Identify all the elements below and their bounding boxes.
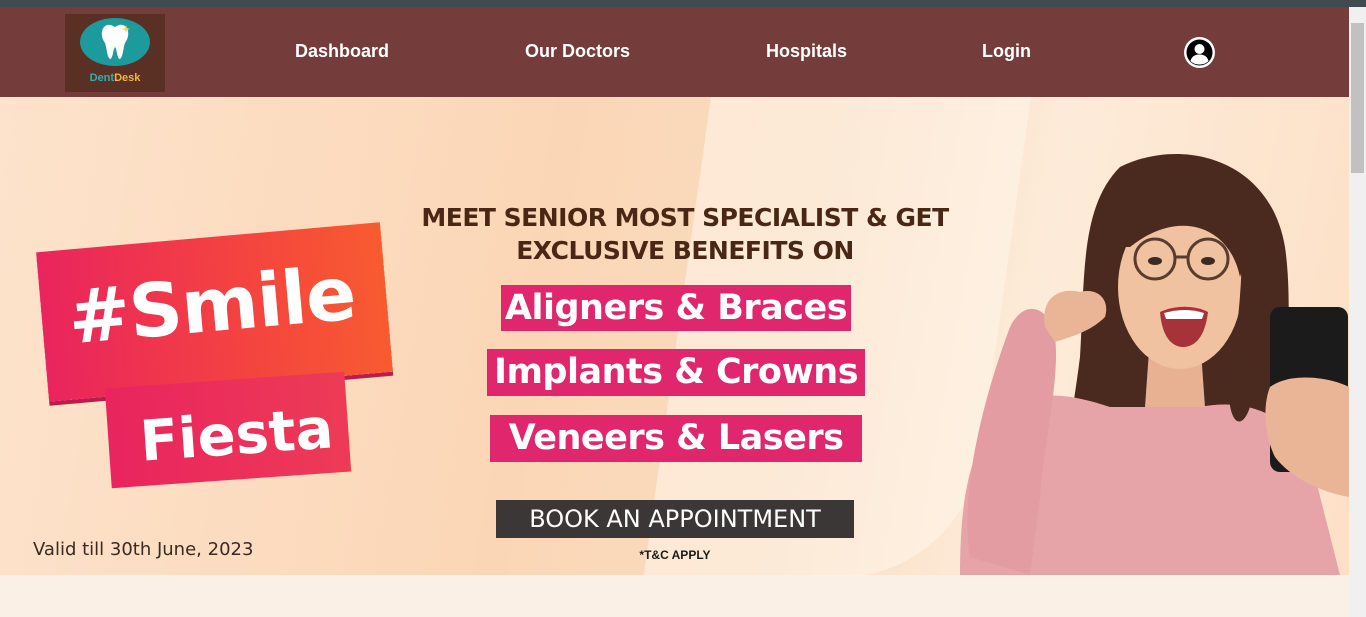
book-appointment-button[interactable]: BOOK AN APPOINTMENT <box>496 500 854 538</box>
browser-top-strip <box>0 0 1366 7</box>
page-content-area <box>0 575 1349 617</box>
user-circle-icon[interactable] <box>1184 37 1215 68</box>
nav-dashboard[interactable]: Dashboard <box>295 41 389 62</box>
service-aligners-braces: Aligners & Braces <box>501 285 851 331</box>
logo-wordmark: DentDesk <box>89 72 141 84</box>
terms-note: *T&C APPLY <box>639 548 711 562</box>
smiling-woman-illustration <box>960 153 1349 575</box>
headline-line-1: MEET SENIOR MOST SPECIALIST & GET <box>421 203 949 232</box>
headline-line-2: EXCLUSIVE BENEFITS ON <box>516 236 854 265</box>
service-veneers-lasers: Veneers & Lasers <box>490 415 862 462</box>
nav-hospitals[interactable]: Hospitals <box>766 41 847 62</box>
validity-text: Valid till 30th June, 2023 <box>33 539 254 560</box>
scrollbar-thumb[interactable] <box>1351 23 1364 173</box>
page-scrollbar[interactable] <box>1349 7 1366 617</box>
service-implants-crowns: Implants & Crowns <box>487 349 865 396</box>
tooth-icon <box>80 18 150 66</box>
fiesta-title: Fiesta <box>137 396 336 475</box>
dentdesk-logo[interactable]: DentDesk <box>65 14 165 92</box>
promo-headline: MEET SENIOR MOST SPECIALIST & GET EXCLUS… <box>380 201 990 267</box>
promo-banner: #Smile Fiesta Valid till 30th June, 2023… <box>0 97 1349 575</box>
nav-login[interactable]: Login <box>982 41 1031 62</box>
navbar: DentDesk Dashboard Our Doctors Hospitals… <box>0 7 1349 97</box>
nav-our-doctors[interactable]: Our Doctors <box>525 41 630 62</box>
